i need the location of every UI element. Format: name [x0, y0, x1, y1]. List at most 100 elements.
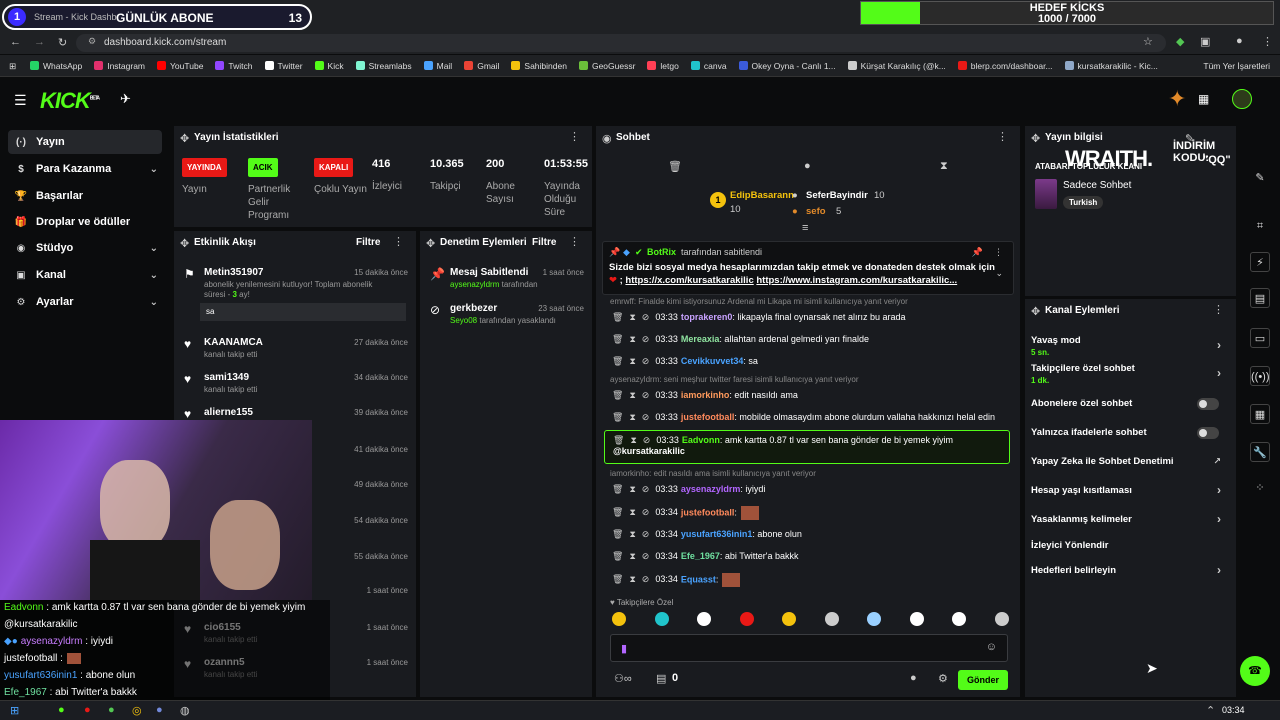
- ban-user-icon[interactable]: ⊘: [642, 529, 650, 539]
- notes-tool-icon[interactable]: ▤: [1250, 288, 1270, 308]
- emote-icon[interactable]: [867, 612, 881, 626]
- edit-tool-icon[interactable]: ✎: [1250, 168, 1270, 188]
- all-bookmarks-folder[interactable]: Tüm Yer İşaretleri: [1203, 61, 1270, 71]
- collapse-gifters-icon[interactable]: ≡: [802, 222, 808, 234]
- pinned-link-instagram[interactable]: https://www.instagram.com/kursatkarakili…: [756, 275, 957, 286]
- chat-menu-icon[interactable]: ⋮: [997, 130, 1008, 143]
- layout-tool-icon[interactable]: ▦: [1250, 404, 1270, 424]
- chat-username[interactable]: Cevikkuvvet34: [681, 356, 744, 366]
- delete-message-icon[interactable]: 🗑: [612, 390, 623, 400]
- expand-pinned-icon[interactable]: ⌄: [995, 268, 1003, 279]
- delete-message-icon[interactable]: 🗑: [612, 551, 623, 561]
- channel-action-3[interactable]: Yalnızca ifadelerle sohbet: [1031, 427, 1227, 439]
- bookmark-9[interactable]: Sahibinden: [511, 61, 567, 71]
- chat-username[interactable]: yusufart636inin1: [681, 529, 753, 539]
- timeout-icon[interactable]: ⧗: [629, 356, 635, 366]
- ban-user-icon[interactable]: ⊘: [642, 551, 650, 561]
- sidebar-item-1[interactable]: $ Para Kazanma ⌄: [8, 157, 162, 181]
- timeout-icon[interactable]: ⧗: [629, 312, 635, 322]
- chat-username[interactable]: justefootball: [681, 412, 735, 422]
- bookmark-1[interactable]: Instagram: [94, 61, 145, 71]
- pinned-link-x[interactable]: https://x.com/kursatkarakilic: [625, 275, 753, 286]
- bookmark-15[interactable]: blerp.com/dashboar...: [957, 61, 1053, 71]
- unpin-icon[interactable]: 📌: [972, 247, 983, 258]
- kick-points-icon[interactable]: ✦: [1168, 86, 1186, 112]
- timeout-icon[interactable]: ⧗: [630, 435, 636, 445]
- activity-filter-button[interactable]: Filtre: [356, 237, 380, 248]
- bookmark-13[interactable]: Okey Oyna - Canlı 1...: [738, 61, 836, 71]
- ban-user-icon[interactable]: ⊘: [642, 334, 650, 344]
- timeout-icon[interactable]: ⧗: [629, 484, 635, 494]
- bookmark-14[interactable]: Kürşat Karakılıç (@k...: [847, 61, 946, 71]
- pin-tool-icon[interactable]: ✈: [120, 91, 131, 107]
- chat-message[interactable]: 🗑 ⧗ ⊘ 03:33 aysenazyldrm: iyiydi: [612, 484, 765, 495]
- user-avatar[interactable]: [1232, 89, 1252, 109]
- kick-logo[interactable]: KICKBETA: [40, 88, 100, 114]
- bookmark-2[interactable]: YouTube: [157, 61, 203, 71]
- kicks-icon[interactable]: ▤: [656, 672, 666, 685]
- chat-username[interactable]: toprakeren0: [681, 312, 733, 322]
- chrome-taskbar-icon[interactable]: ◎: [132, 704, 142, 717]
- forward-icon[interactable]: →: [34, 36, 45, 48]
- info-drag-icon[interactable]: ✥: [1031, 132, 1040, 145]
- chat-message[interactable]: 🗑 ⧗ ⊘ 03:34 Equasst:: [612, 573, 741, 587]
- sidebar-item-0[interactable]: (·) Yayın: [8, 130, 162, 154]
- chat-username[interactable]: Mereaxia: [681, 334, 720, 344]
- language-tag[interactable]: Turkish: [1063, 196, 1104, 209]
- activity-drag-icon[interactable]: ✥: [180, 237, 189, 250]
- chat-username[interactable]: justefootball: [681, 507, 735, 517]
- activity-username[interactable]: Metin351907: [204, 267, 263, 278]
- apps-grid-icon[interactable]: ⊞: [9, 61, 16, 72]
- start-icon[interactable]: ⊞: [10, 704, 19, 717]
- add-widget-icon[interactable]: ⁘: [1250, 478, 1270, 498]
- ban-user-icon[interactable]: ⊘: [642, 507, 650, 517]
- delete-message-icon[interactable]: 🗑: [612, 312, 623, 322]
- ban-user-icon[interactable]: ⊘: [642, 412, 650, 422]
- chat-message[interactable]: 🗑 ⧗ ⊘ 03:33 toprakeren0: likapayla final oyn…: [612, 312, 905, 323]
- ban-user-icon[interactable]: ⊘: [643, 435, 651, 445]
- bookmark-5[interactable]: Kick: [314, 61, 344, 71]
- emote-icon[interactable]: [697, 612, 711, 626]
- whatsapp-taskbar-icon[interactable]: ●: [108, 704, 115, 716]
- moderation-actor[interactable]: aysenazyldrm: [450, 280, 499, 289]
- stats-menu-icon[interactable]: ⋮: [569, 130, 580, 143]
- ban-user-icon[interactable]: ⊘: [642, 356, 650, 366]
- sidebar-item-6[interactable]: ⚙ Ayarlar ⌄: [8, 290, 162, 314]
- chat-bubble-icon[interactable]: ●: [804, 160, 811, 172]
- send-button[interactable]: Gönder: [957, 670, 1008, 690]
- ban-user-icon[interactable]: ⊘: [642, 312, 650, 322]
- delete-message-icon[interactable]: 🗑: [612, 529, 623, 539]
- crop-tool-icon[interactable]: ⌗: [1250, 216, 1270, 236]
- emote-icon[interactable]: [994, 612, 1009, 626]
- bookmark-16[interactable]: kursatkarakilic - Kic...: [1064, 61, 1158, 71]
- timeout-icon[interactable]: ⧗: [629, 529, 635, 539]
- delete-message-icon[interactable]: 🗑: [612, 334, 623, 344]
- moderation-menu-icon[interactable]: ⋮: [569, 235, 580, 248]
- back-icon[interactable]: ←: [10, 36, 21, 48]
- extensions-icon[interactable]: ▣: [1200, 35, 1210, 48]
- chat-username[interactable]: Eadvonn: [682, 435, 720, 445]
- chat-message[interactable]: 🗑 ⧗ ⊘ 03:33 Cevikkuvvet34: sa: [612, 356, 758, 367]
- timeout-icon[interactable]: ⧗: [629, 551, 635, 561]
- app-icon-2[interactable]: ●: [84, 704, 91, 716]
- mention[interactable]: @kursatkarakilic: [613, 446, 685, 456]
- channel-action-7[interactable]: İzleyici Yönlendir: [1031, 540, 1227, 551]
- emote-icon[interactable]: [782, 612, 796, 626]
- bookmark-4[interactable]: Twitter: [264, 61, 303, 71]
- delete-message-icon[interactable]: 🗑: [612, 507, 623, 517]
- chat-message[interactable]: 🗑 ⧗ ⊘ 03:33 Eadvonn: amk kartta 0.87 tl var …: [604, 430, 1010, 464]
- bookmark-12[interactable]: canva: [690, 61, 727, 71]
- emote-icon[interactable]: [739, 612, 754, 626]
- sidebar-item-3[interactable]: 🎁 Droplar ve ödüller: [8, 210, 162, 234]
- tray-chevron-icon[interactable]: ⌃: [1206, 704, 1215, 717]
- ban-user-icon[interactable]: ⊘: [642, 574, 650, 584]
- emote-icon[interactable]: [909, 612, 924, 626]
- extension-shield-icon[interactable]: ◆: [1176, 35, 1184, 48]
- emoji-picker-icon[interactable]: ☺: [986, 641, 997, 653]
- site-info-icon[interactable]: ⚙: [88, 36, 96, 47]
- discord-taskbar-icon[interactable]: ●: [156, 704, 163, 716]
- chat-message[interactable]: 🗑 ⧗ ⊘ 03:33 Mereaxia: allahtan ardenal gelme…: [612, 334, 869, 345]
- channel-action-6[interactable]: Yasaklanmış kelimeler ›: [1031, 512, 1227, 526]
- channel-action-0[interactable]: Yavaş mod 5 sn. ›: [1031, 335, 1227, 357]
- bookmark-star-icon[interactable]: ☆: [1143, 35, 1153, 48]
